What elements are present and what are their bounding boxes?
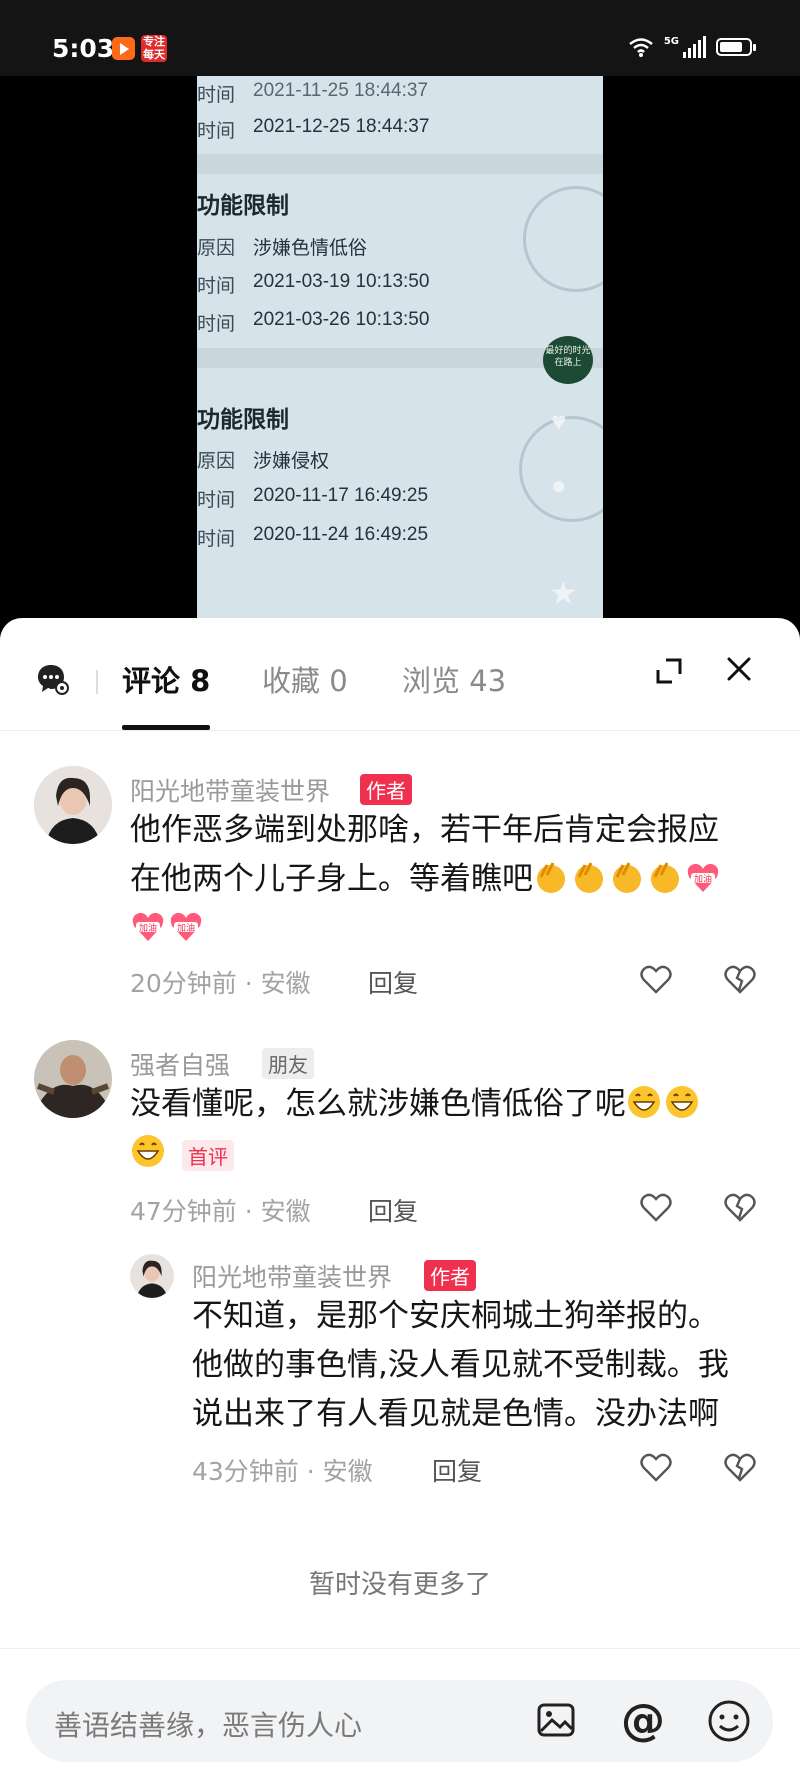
tab-comments[interactable]: 评论 8 (122, 658, 210, 700)
comment-icon: ● (551, 470, 567, 500)
image-icon[interactable] (536, 1700, 576, 1740)
dislike-icon[interactable] (724, 964, 756, 994)
wifi-icon (629, 38, 653, 57)
comment-meta: 47分钟前 · 安徽 (130, 1197, 311, 1226)
comment-text: 他作恶多端到处那啥，若干年后肯定会报应 在他两个儿子身上。等着瞧吧 加油 加油 加油 (130, 806, 780, 953)
status-icons: 5G (628, 36, 756, 58)
like-icon: ♥ (551, 406, 567, 436)
close-icon[interactable] (724, 654, 754, 684)
divider (96, 670, 98, 694)
comment-username[interactable]: 强者自强 (130, 1046, 230, 1082)
dislike-icon[interactable] (724, 1452, 756, 1482)
grin-emoji (130, 1135, 168, 1171)
reply-button[interactable]: 回复 (432, 1452, 482, 1488)
comment-input-bar: 善语结善缘，恶言伤人心 @ (0, 1648, 800, 1769)
comment-username[interactable]: 阳光地带童装世界 (192, 1258, 392, 1294)
cheer-emoji: 加油 (685, 861, 723, 897)
reply-button[interactable]: 回复 (368, 964, 418, 1000)
creator-badge: 最好的时光 在路上 (543, 336, 593, 384)
tab-favorites[interactable]: 收藏 0 (262, 658, 348, 700)
grin-emoji (626, 1086, 702, 1122)
like-icon[interactable] (640, 1192, 672, 1222)
comment-input[interactable]: 善语结善缘，恶言伤人心 @ (26, 1680, 773, 1762)
news-app-icon: 专注 每天 (141, 35, 167, 62)
cheer-emoji: 加油 加油 (130, 904, 780, 953)
no-more-text: 暂时没有更多了 (308, 1570, 491, 1600)
comment-username[interactable]: 阳光地带童装世界 (130, 772, 330, 808)
avatar[interactable] (34, 766, 112, 844)
tab-views[interactable]: 浏览 43 (402, 658, 506, 700)
reply-button[interactable]: 回复 (368, 1192, 418, 1228)
svg-text:加油: 加油 (177, 922, 195, 934)
comment-sheet: 评论 8 收藏 0 浏览 43 阳光地带童装世界 作者 他作恶多端到处那啥，若干… (0, 618, 800, 1769)
like-icon[interactable] (640, 964, 672, 994)
video-section-heading: 功能限制 (197, 192, 289, 218)
like-icon[interactable] (640, 1452, 672, 1482)
video-section-heading: 功能限制 (197, 406, 289, 432)
mention-icon[interactable]: @ (620, 1698, 666, 1744)
comment-meta: 20分钟前 · 安徽 (130, 969, 311, 998)
stamp-watermark (523, 186, 603, 292)
chat-settings-icon[interactable] (36, 662, 70, 696)
avatar[interactable] (130, 1254, 174, 1298)
comment-text: 不知道，是那个安庆桐城土狗举报的。 他做的事色情,没人看见就不受制裁。我 说出来… (192, 1298, 729, 1432)
video-frame: 时间 2021-11-25 18:44:37 时间 2021-12-25 18:44… (197, 76, 603, 620)
status-time: 5:03 (52, 34, 115, 63)
comment-meta: 43分钟前 · 安徽 (192, 1457, 373, 1486)
clap-emoji (533, 861, 685, 897)
first-comment-tag: 首评 (182, 1140, 234, 1171)
active-tab-indicator (122, 725, 210, 730)
star-icon: ★ (549, 575, 578, 611)
network-type: 5G (663, 36, 679, 47)
expand-icon[interactable] (654, 656, 684, 686)
author-tag: 作者 (424, 1260, 476, 1291)
svg-text:加油: 加油 (139, 922, 157, 934)
battery-icon (716, 38, 756, 56)
emoji-icon[interactable] (707, 1699, 751, 1743)
status-bar: 5:03 专注 每天 5G (0, 0, 800, 76)
friend-tag: 朋友 (262, 1048, 314, 1079)
video-player[interactable]: 时间 2021-11-25 18:44:37 时间 2021-12-25 18:44… (0, 76, 800, 620)
author-tag: 作者 (360, 774, 412, 805)
avatar[interactable] (34, 1040, 112, 1118)
dislike-icon[interactable] (724, 1192, 756, 1222)
tab-bar: 评论 8 收藏 0 浏览 43 (0, 618, 800, 731)
video-app-icon (112, 37, 135, 60)
signal-icon (683, 36, 706, 58)
input-placeholder: 善语结善缘，恶言伤人心 (54, 1709, 363, 1742)
svg-text:加油: 加油 (694, 873, 712, 885)
